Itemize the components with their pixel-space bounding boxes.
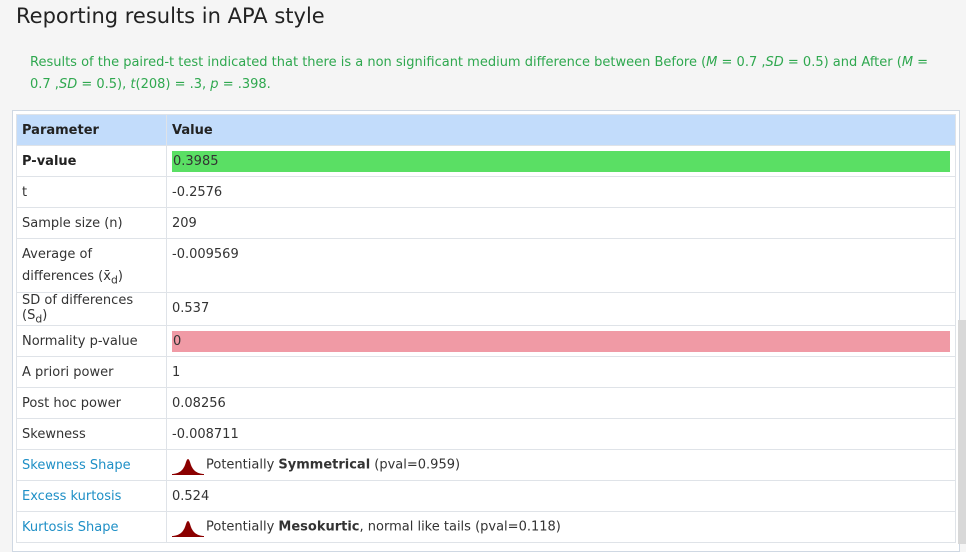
header-value: Value bbox=[166, 114, 956, 146]
table-row: Normality p-value 0 bbox=[16, 325, 956, 358]
scrollbar[interactable] bbox=[958, 320, 966, 544]
row-value-normality: 0 bbox=[166, 325, 956, 358]
row-value-excess-kurtosis: 0.524 bbox=[166, 480, 956, 513]
kurtosis-shape-link[interactable]: Kurtosis Shape bbox=[16, 511, 167, 544]
results-table-container: Parameter Value P-value 0.3985 t -0.2576… bbox=[12, 110, 960, 552]
table-row: t -0.2576 bbox=[16, 176, 956, 208]
table-row: P-value 0.3985 bbox=[16, 145, 956, 177]
row-value-posthoc-power: 0.08256 bbox=[166, 387, 956, 420]
row-value-average-differences: -0.009569 bbox=[166, 238, 956, 293]
table-row: Skewness -0.008711 bbox=[16, 418, 956, 451]
row-value-pvalue: 0.3985 bbox=[166, 145, 956, 177]
pvalue-highlight: 0.3985 bbox=[172, 150, 950, 172]
row-label-t: t bbox=[16, 176, 167, 208]
row-value-sample-size: 209 bbox=[166, 207, 956, 239]
row-label-apriori-power: A priori power bbox=[16, 356, 167, 389]
row-value-apriori-power: 1 bbox=[166, 356, 956, 389]
header-parameter: Parameter bbox=[16, 114, 167, 146]
row-value-kurtosis-shape: Potentially Mesokurtic, normal like tail… bbox=[166, 511, 956, 544]
table-row: Average of differences (x̄d) -0.009569 bbox=[16, 238, 956, 293]
row-value-skewness: -0.008711 bbox=[166, 418, 956, 451]
normality-highlight: 0 bbox=[172, 330, 950, 352]
table-row: Sample size (n) 209 bbox=[16, 207, 956, 239]
table-header-row: Parameter Value bbox=[16, 114, 956, 146]
row-label-normality: Normality p-value bbox=[16, 325, 167, 358]
row-label-pvalue: P-value bbox=[16, 145, 167, 177]
row-label-average-differences: Average of differences (x̄d) bbox=[16, 238, 167, 293]
table-row: SD of differences (Sd) 0.537 bbox=[16, 291, 956, 327]
row-value-sd-differences: 0.537 bbox=[166, 291, 956, 327]
row-value-skewness-shape: Potentially Symmetrical (pval=0.959) bbox=[166, 449, 956, 482]
row-value-t: -0.2576 bbox=[166, 176, 956, 208]
excess-kurtosis-link[interactable]: Excess kurtosis bbox=[16, 480, 167, 513]
skewness-shape-link[interactable]: Skewness Shape bbox=[16, 449, 167, 482]
row-label-sample-size: Sample size (n) bbox=[16, 207, 167, 239]
distribution-curve-icon bbox=[172, 459, 204, 476]
row-label-skewness: Skewness bbox=[16, 418, 167, 451]
apa-summary: Results of the paired-t test indicated t… bbox=[30, 55, 929, 92]
table-row: A priori power 1 bbox=[16, 356, 956, 389]
distribution-curve-icon bbox=[172, 521, 204, 538]
page: Reporting results in APA style Results o… bbox=[0, 0, 966, 552]
results-table: Parameter Value P-value 0.3985 t -0.2576… bbox=[16, 114, 956, 544]
table-row: Skewness Shape Potentially Symmetrical (… bbox=[16, 449, 956, 482]
row-label-sd-differences: SD of differences (Sd) bbox=[16, 291, 167, 327]
page-title: Reporting results in APA style bbox=[16, 4, 325, 28]
table-row: Excess kurtosis 0.524 bbox=[16, 480, 956, 513]
table-row: Post hoc power 0.08256 bbox=[16, 387, 956, 420]
row-label-posthoc-power: Post hoc power bbox=[16, 387, 167, 420]
table-row: Kurtosis Shape Potentially Mesokurtic, n… bbox=[16, 511, 956, 544]
